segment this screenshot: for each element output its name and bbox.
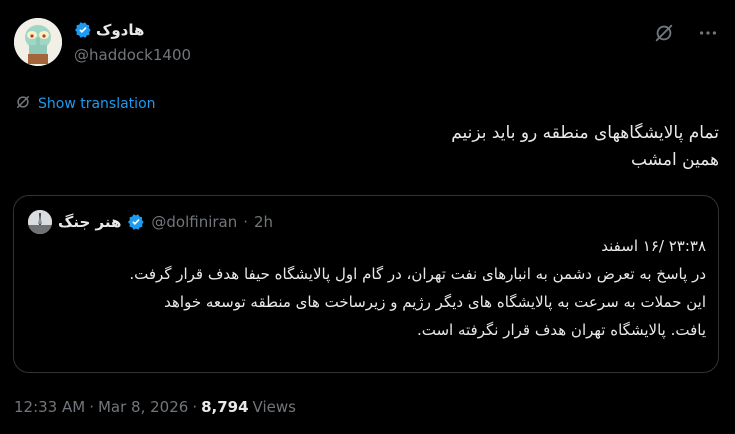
quoted-timestamp[interactable]: 2h bbox=[254, 213, 273, 231]
tweet-text: تمام پالایشگاههای منطقه رو باید بزنیم هم… bbox=[451, 120, 719, 174]
quoted-line: ۲۳:۳۸ /۱۶ اسفند bbox=[601, 237, 706, 255]
separator-dot: · bbox=[243, 213, 249, 231]
quoted-tweet[interactable]: هنر جنگ @dolfiniran · 2h ۲۳:۳۸ /۱۶ اسفند… bbox=[13, 195, 719, 373]
author-name-row: هادوک bbox=[74, 21, 144, 39]
tweet-line: همین امشب bbox=[631, 150, 719, 170]
views-label: Views bbox=[252, 398, 296, 416]
quoted-line: یافت. پالایشگاه تهران هدف قرار نگرفته اس… bbox=[416, 321, 706, 339]
show-translation-label[interactable]: Show translation bbox=[38, 96, 156, 112]
author-display-name[interactable]: هادوک bbox=[96, 21, 144, 39]
grok-icon[interactable] bbox=[653, 22, 675, 44]
translate-icon bbox=[14, 93, 32, 115]
quoted-avatar[interactable] bbox=[28, 210, 52, 234]
verified-badge-icon bbox=[74, 21, 92, 39]
more-icon[interactable] bbox=[697, 22, 719, 44]
avatar[interactable] bbox=[14, 18, 62, 66]
quoted-tweet-header: هنر جنگ @dolfiniran · 2h bbox=[28, 210, 273, 234]
author-handle[interactable]: @haddock1400 bbox=[74, 46, 191, 64]
quoted-handle[interactable]: @dolfiniran bbox=[151, 213, 237, 231]
tweet-time[interactable]: 12:33 AM bbox=[14, 398, 85, 416]
views-count[interactable]: 8,794 bbox=[201, 398, 248, 416]
tweet-line: تمام پالایشگاههای منطقه رو باید بزنیم bbox=[451, 123, 719, 143]
quoted-display-name[interactable]: هنر جنگ bbox=[58, 213, 121, 231]
verified-badge-icon bbox=[127, 213, 145, 231]
separator-dot: · bbox=[192, 398, 198, 416]
tweet-meta: 12:33 AM · Mar 8, 2026 · 8,794 Views bbox=[14, 398, 296, 416]
show-translation-link[interactable]: Show translation bbox=[14, 93, 156, 115]
separator-dot: · bbox=[89, 398, 94, 416]
quoted-line: در پاسخ به تعرض دشمن به انبارهای نفت تهر… bbox=[129, 265, 706, 283]
tweet-date[interactable]: Mar 8, 2026 bbox=[98, 398, 188, 416]
quoted-line: این حملات به سرعت به پالایشگاه های دیگر … bbox=[164, 293, 706, 311]
tweet-actions-top bbox=[653, 22, 719, 44]
quoted-text: ۲۳:۳۸ /۱۶ اسفند در پاسخ به تعرض دشمن به … bbox=[129, 232, 706, 344]
avatar-image bbox=[14, 18, 62, 66]
